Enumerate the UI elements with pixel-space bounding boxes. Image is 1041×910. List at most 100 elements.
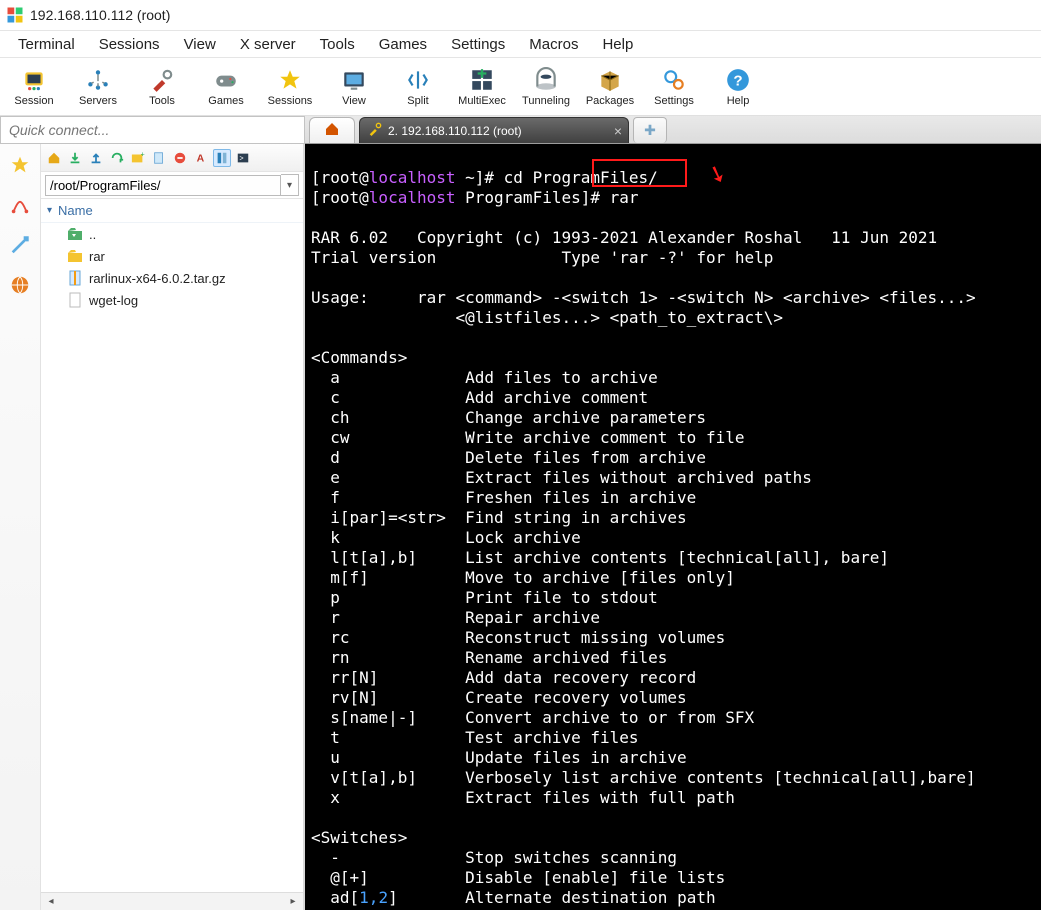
svg-text:?: ? xyxy=(733,72,742,89)
menu-terminal[interactable]: Terminal xyxy=(8,32,85,57)
folder-icon xyxy=(67,248,83,264)
toolbar-view[interactable]: View xyxy=(322,59,386,115)
go-home-icon[interactable] xyxy=(45,149,63,167)
scroll-left-icon[interactable]: ◂ xyxy=(43,894,59,910)
t: i[par]=<str> Find string in archives xyxy=(311,508,687,527)
toolbar-session[interactable]: Session xyxy=(2,59,66,115)
up-folder-icon xyxy=(67,226,83,242)
menu-settings[interactable]: Settings xyxy=(441,32,515,57)
path-box: ▾ xyxy=(41,172,303,199)
sftp-toolbar: + A > xyxy=(41,144,303,172)
toolbar-session-label: Session xyxy=(14,95,53,107)
t: Usage: rar <command> -<switch 1> -<switc… xyxy=(311,288,976,307)
terminal[interactable]: [root@localhost ~]# cd ProgramFiles/ [ro… xyxy=(305,144,1041,910)
t: x Extract files with full path xyxy=(311,788,735,807)
t: @[+] Disable [enable] file lists xyxy=(311,868,725,887)
view-icon xyxy=(341,67,367,93)
toolbar-servers[interactable]: Servers xyxy=(66,59,130,115)
tabbar: 2. 192.168.110.112 (root) × ✚ xyxy=(305,116,1041,144)
toolbar-games[interactable]: Games xyxy=(194,59,258,115)
toolbar-view-label: View xyxy=(342,95,366,107)
t: t Test archive files xyxy=(311,728,639,747)
t: k Lock archive xyxy=(311,528,581,547)
quick-connect-input[interactable] xyxy=(1,117,304,143)
refresh-icon[interactable] xyxy=(108,149,126,167)
t: <Switches> xyxy=(311,828,407,847)
toolbar-multiexec[interactable]: MultiExec xyxy=(450,59,514,115)
tree-row-up[interactable]: .. xyxy=(41,223,303,245)
toolbar-tunneling-label: Tunneling xyxy=(522,95,570,107)
tunneling-icon xyxy=(533,67,559,93)
toolbar-packages[interactable]: Packages xyxy=(578,59,642,115)
t: localhost xyxy=(369,188,456,207)
tree-row-rar[interactable]: rar xyxy=(41,245,303,267)
sftp-icon[interactable] xyxy=(9,194,31,216)
wrench-icon xyxy=(368,122,382,139)
tab-home[interactable] xyxy=(309,117,355,143)
upload-icon[interactable] xyxy=(87,149,105,167)
text-icon[interactable]: A xyxy=(192,149,210,167)
star-icon[interactable] xyxy=(9,154,31,176)
menu-sessions[interactable]: Sessions xyxy=(89,32,170,57)
plus-icon: ✚ xyxy=(644,122,656,139)
tools-icon xyxy=(149,67,175,93)
toggle-view-icon[interactable] xyxy=(213,149,231,167)
scroll-right-icon[interactable]: ▸ xyxy=(285,894,301,910)
tree-row-archive[interactable]: rarlinux-x64-6.0.2.tar.gz xyxy=(41,267,303,289)
terminal-small-icon[interactable]: > xyxy=(234,149,252,167)
toolbar-tools[interactable]: Tools xyxy=(130,59,194,115)
menubar: Terminal Sessions View X server Tools Ga… xyxy=(0,30,1041,58)
hscrollbar[interactable]: ◂ ▸ xyxy=(41,892,303,910)
tree-header[interactable]: ▾ Name xyxy=(41,199,303,223)
new-file-icon[interactable] xyxy=(150,149,168,167)
session-icon xyxy=(21,67,47,93)
toolbar-tunneling[interactable]: Tunneling xyxy=(514,59,578,115)
toolbar-help-label: Help xyxy=(727,95,750,107)
t: d Delete files from archive xyxy=(311,448,706,467)
help-icon: ? xyxy=(725,67,751,93)
tree-header-label: Name xyxy=(58,203,93,218)
annotation-box xyxy=(592,159,687,187)
tab-active[interactable]: 2. 192.168.110.112 (root) × xyxy=(359,117,629,143)
svg-text:>: > xyxy=(240,155,244,162)
menu-games[interactable]: Games xyxy=(369,32,437,57)
menu-macros[interactable]: Macros xyxy=(519,32,588,57)
t: - Stop switches scanning xyxy=(311,848,677,867)
packages-icon xyxy=(597,67,623,93)
tree-row-up-label: .. xyxy=(89,227,96,242)
path-input[interactable] xyxy=(45,175,281,196)
toolbar-games-label: Games xyxy=(208,95,243,107)
menu-tools[interactable]: Tools xyxy=(310,32,365,57)
toolbar-help[interactable]: ? Help xyxy=(706,59,770,115)
path-dropdown-icon[interactable]: ▾ xyxy=(281,174,299,196)
download-icon[interactable] xyxy=(66,149,84,167)
toolbar-split[interactable]: Split xyxy=(386,59,450,115)
quick-connect[interactable] xyxy=(0,116,305,144)
tab-new[interactable]: ✚ xyxy=(633,117,667,143)
toolbar-sessions[interactable]: Sessions xyxy=(258,59,322,115)
t: localhost xyxy=(369,168,456,187)
toolbar-sessions-label: Sessions xyxy=(268,95,313,107)
menu-xserver[interactable]: X server xyxy=(230,32,306,57)
titlebar: 192.168.110.112 (root) xyxy=(0,0,1041,30)
servers-icon xyxy=(85,67,111,93)
close-icon[interactable]: × xyxy=(614,123,622,139)
t: r Repair archive xyxy=(311,608,600,627)
macros-side-icon[interactable] xyxy=(9,234,31,256)
collapse-icon[interactable]: ▾ xyxy=(47,205,52,216)
delete-icon[interactable] xyxy=(171,149,189,167)
file-tree: ▾ Name .. rar rarlinux-x64-6.0.2.tar.gz … xyxy=(41,199,303,892)
t: f Freshen files in archive xyxy=(311,488,696,507)
tree-row-archive-label: rarlinux-x64-6.0.2.tar.gz xyxy=(89,271,226,286)
left-pane: + A > ▾ ▾ Name .. rar xyxy=(41,116,305,910)
globe-icon[interactable] xyxy=(9,274,31,296)
split-icon xyxy=(405,67,431,93)
t: <Commands> xyxy=(311,348,407,367)
toolbar-packages-label: Packages xyxy=(586,95,634,107)
new-folder-icon[interactable]: + xyxy=(129,149,147,167)
toolbar-settings[interactable]: Settings xyxy=(642,59,706,115)
menu-view[interactable]: View xyxy=(174,32,226,57)
menu-help[interactable]: Help xyxy=(592,32,643,57)
tree-row-wgetlog[interactable]: wget-log xyxy=(41,289,303,311)
file-icon xyxy=(67,292,83,308)
